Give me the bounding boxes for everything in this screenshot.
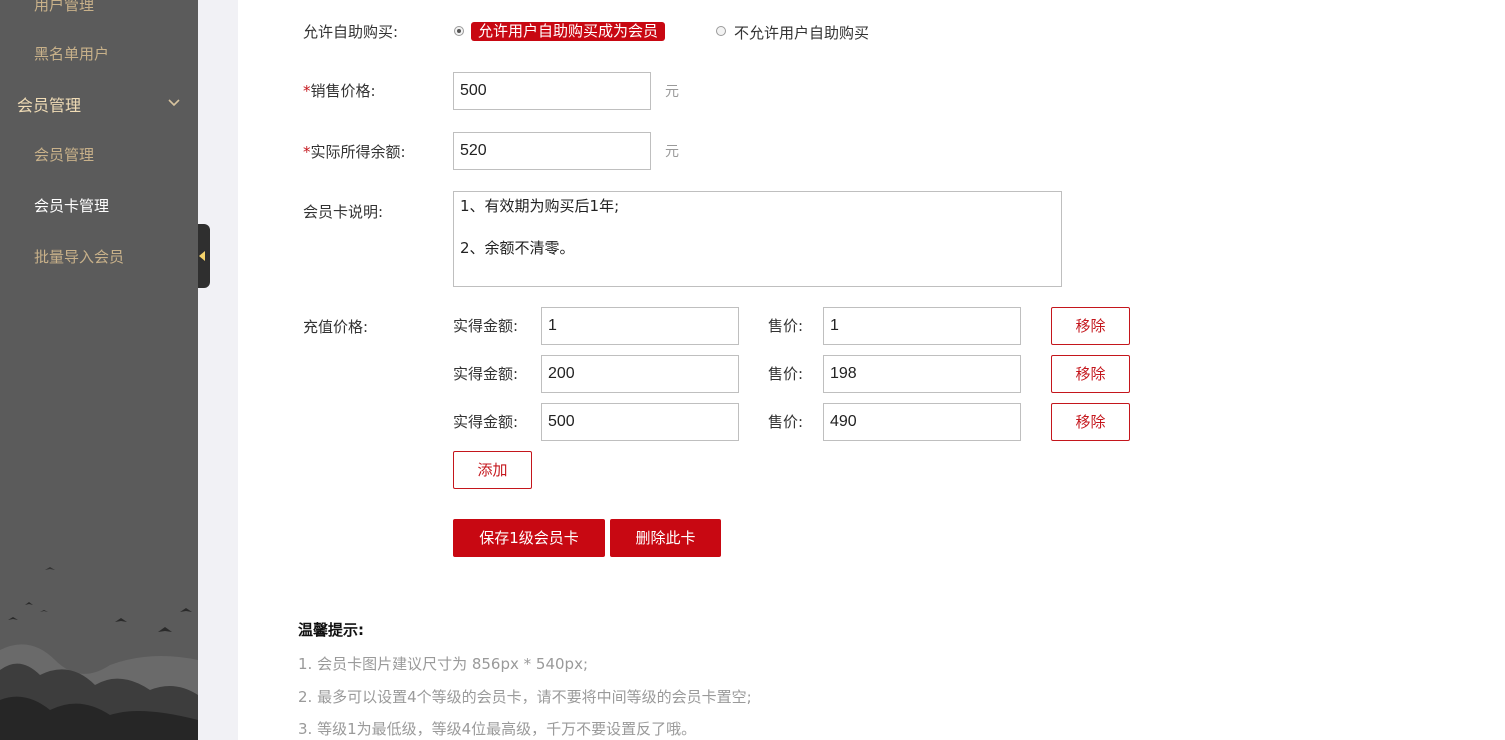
allow-purchase-label: 允许自助购买: bbox=[303, 23, 399, 41]
sale-price-label: *销售价格: bbox=[303, 80, 376, 101]
sale-price-unit: 元 bbox=[665, 84, 679, 100]
remove-button[interactable]: 移除 bbox=[1051, 355, 1130, 393]
sidebar-item-blacklist-users[interactable]: 黑名单用户 bbox=[0, 29, 198, 80]
recharge-price-label: 售价: bbox=[768, 317, 804, 335]
recharge-price-label: 充值价格: bbox=[303, 318, 369, 336]
required-mark: * bbox=[303, 82, 311, 100]
sidebar-item-user-management[interactable]: 用户管理 bbox=[0, 0, 198, 31]
recharge-price-label: 售价: bbox=[768, 413, 804, 431]
sale-price-label-text: 销售价格: bbox=[310, 82, 376, 100]
recharge-amount-label: 实得金额: bbox=[453, 413, 519, 431]
sidebar-collapse-handle[interactable] bbox=[198, 224, 210, 288]
tip-item: 3. 等级1为最低级，等级4位最高级，千万不要设置反了哦。 bbox=[298, 720, 697, 738]
recharge-price-input[interactable] bbox=[823, 403, 1021, 441]
sidebar-group-label: 会员管理 bbox=[17, 96, 82, 115]
sale-price-input[interactable] bbox=[453, 72, 651, 110]
recharge-price-input[interactable] bbox=[823, 355, 1021, 393]
sidebar-item-member-card-management[interactable]: 会员卡管理 bbox=[0, 181, 198, 232]
card-description-textarea[interactable]: 1、有效期为购买后1年; 2、余额不清零。 bbox=[453, 191, 1062, 287]
tip-item: 1. 会员卡图片建议尺寸为 856px * 540px; bbox=[298, 655, 588, 673]
sidebar-item-member-management[interactable]: 会员管理 bbox=[0, 130, 198, 181]
ink-landscape-decoration bbox=[0, 567, 198, 740]
save-card-button[interactable]: 保存1级会员卡 bbox=[453, 519, 605, 557]
sidebar-group-member-management[interactable]: 会员管理 bbox=[0, 80, 198, 131]
caret-left-icon bbox=[199, 251, 205, 261]
content-gutter bbox=[198, 0, 238, 740]
recharge-amount-label: 实得金额: bbox=[453, 365, 519, 383]
tip-item: 2. 最多可以设置4个等级的会员卡，请不要将中间等级的会员卡置空; bbox=[298, 688, 752, 706]
recharge-amount-input[interactable] bbox=[541, 355, 739, 393]
description-line: 2、余额不清零。 bbox=[460, 239, 575, 257]
disallow-purchase-radio[interactable] bbox=[716, 26, 726, 36]
recharge-price-input[interactable] bbox=[823, 307, 1021, 345]
remove-button[interactable]: 移除 bbox=[1051, 403, 1130, 441]
sidebar-item-batch-import-members[interactable]: 批量导入会员 bbox=[0, 232, 198, 283]
allow-purchase-radio[interactable] bbox=[454, 26, 464, 36]
tips-title: 温馨提示: bbox=[298, 621, 364, 639]
description-line: 1、有效期为购买后1年; bbox=[460, 197, 620, 215]
chevron-down-icon bbox=[168, 99, 180, 107]
description-line bbox=[460, 217, 1055, 238]
actual-balance-label: *实际所得余额: bbox=[303, 141, 406, 162]
recharge-price-label: 售价: bbox=[768, 365, 804, 383]
recharge-amount-label: 实得金额: bbox=[453, 317, 519, 335]
actual-balance-input[interactable] bbox=[453, 132, 651, 170]
card-description-label: 会员卡说明: bbox=[303, 203, 384, 221]
disallow-purchase-option-label[interactable]: 不允许用户自助购买 bbox=[734, 22, 869, 43]
add-recharge-button[interactable]: 添加 bbox=[453, 451, 532, 489]
required-mark: * bbox=[303, 143, 311, 161]
recharge-amount-input[interactable] bbox=[541, 307, 739, 345]
delete-card-button[interactable]: 删除此卡 bbox=[610, 519, 721, 557]
remove-button[interactable]: 移除 bbox=[1051, 307, 1130, 345]
recharge-amount-input[interactable] bbox=[541, 403, 739, 441]
allow-purchase-option-label[interactable]: 允许用户自助购买成为会员 bbox=[471, 22, 666, 41]
sidebar: 用户管理 黑名单用户 会员管理 会员管理 会员卡管理 批量导入会员 bbox=[0, 0, 198, 740]
actual-balance-unit: 元 bbox=[665, 144, 679, 160]
actual-balance-label-text: 实际所得余额: bbox=[310, 143, 406, 161]
